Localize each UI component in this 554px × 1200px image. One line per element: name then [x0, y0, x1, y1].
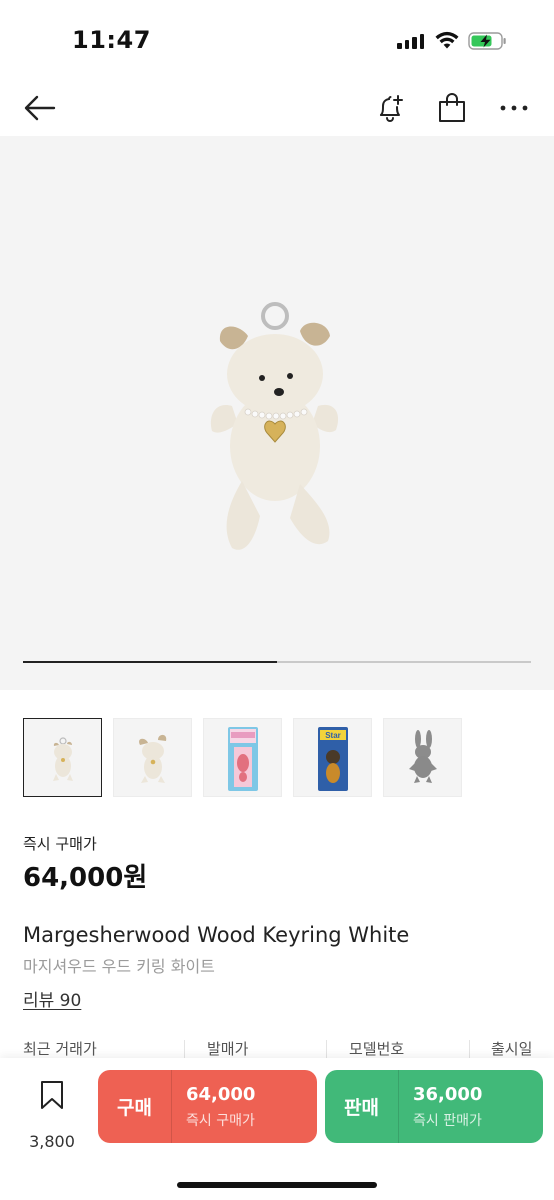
- bottom-action-bar: 3,800 구매 64,000 즉시 구매가 판매 36,000 즉시 판매가: [0, 1058, 554, 1200]
- wifi-icon: [435, 31, 459, 49]
- review-link[interactable]: 리뷰 90: [23, 986, 81, 1011]
- info-divider: [326, 1040, 327, 1058]
- battery-charging-icon: [468, 32, 506, 50]
- arrow-left-icon: [24, 95, 56, 121]
- bear-white-angle-image: [139, 734, 167, 783]
- instant-buy-price: 64,000원: [23, 863, 148, 893]
- product-title-ko: 마지셔우드 우드 키링 화이트: [23, 957, 215, 976]
- thumbnail-1[interactable]: [23, 718, 102, 797]
- info-recent-trade-label: 최근 거래가: [23, 1040, 97, 1058]
- cellular-signal-icon: [397, 33, 424, 49]
- buy-button[interactable]: 구매 64,000 즉시 구매가: [98, 1070, 317, 1143]
- product-image-bear-keyring: [210, 302, 339, 550]
- bell-plus-icon: [380, 95, 403, 122]
- price-alert-button[interactable]: [372, 90, 408, 126]
- product-title-en: Margesherwood Wood Keyring White: [23, 923, 410, 947]
- status-time: 11:47: [72, 26, 151, 54]
- status-bar: 11:47: [0, 0, 554, 80]
- buy-price: 64,000: [186, 1084, 256, 1105]
- buy-tag: 구매: [117, 1097, 152, 1119]
- info-divider: [184, 1040, 185, 1058]
- bear-white-front-image: [53, 737, 73, 781]
- bookmark-button[interactable]: 3,800: [22, 1078, 82, 1151]
- product-image-carousel[interactable]: [0, 136, 554, 690]
- info-release-price-label: 발매가: [207, 1040, 249, 1058]
- thumbnail-5[interactable]: [383, 718, 462, 797]
- info-model-no-label: 모델번호: [349, 1040, 405, 1058]
- thumbnail-2[interactable]: [113, 718, 192, 797]
- buy-divider: [171, 1070, 172, 1143]
- buy-sublabel: 즉시 구매가: [186, 1113, 255, 1129]
- home-indicator: [177, 1182, 377, 1188]
- sell-button[interactable]: 판매 36,000 즉시 판매가: [325, 1070, 543, 1143]
- carousel-progress-track: [23, 661, 531, 663]
- sell-sublabel: 즉시 판매가: [413, 1113, 482, 1129]
- more-horizontal-icon: [500, 105, 528, 111]
- thumbnail-strip: Star: [23, 718, 462, 797]
- star-bear-package-image: Star: [318, 727, 348, 791]
- more-options-button[interactable]: [496, 90, 532, 126]
- carousel-progress-fill: [23, 661, 277, 663]
- svg-text:Star: Star: [325, 731, 341, 740]
- gray-rabbit-image: [409, 730, 437, 783]
- top-nav-bar: [0, 80, 554, 136]
- shopping-bag-button[interactable]: [434, 90, 470, 126]
- info-divider: [469, 1040, 470, 1058]
- instant-buy-price-label: 즉시 구매가: [23, 835, 97, 853]
- back-button[interactable]: [22, 90, 58, 126]
- product-info-row: 최근 거래가 발매가 모델번호 출시일: [0, 1038, 554, 1060]
- sell-tag: 판매: [344, 1097, 379, 1119]
- info-release-date-label: 출시일: [491, 1040, 533, 1058]
- bookmark-count: 3,800: [29, 1132, 75, 1151]
- sell-price: 36,000: [413, 1084, 483, 1105]
- shopping-bag-icon: [439, 93, 465, 122]
- sell-divider: [398, 1070, 399, 1143]
- thumbnail-4[interactable]: Star: [293, 718, 372, 797]
- pink-bear-package-image: [228, 727, 258, 791]
- thumbnail-3[interactable]: [203, 718, 282, 797]
- bookmark-icon: [41, 1081, 63, 1109]
